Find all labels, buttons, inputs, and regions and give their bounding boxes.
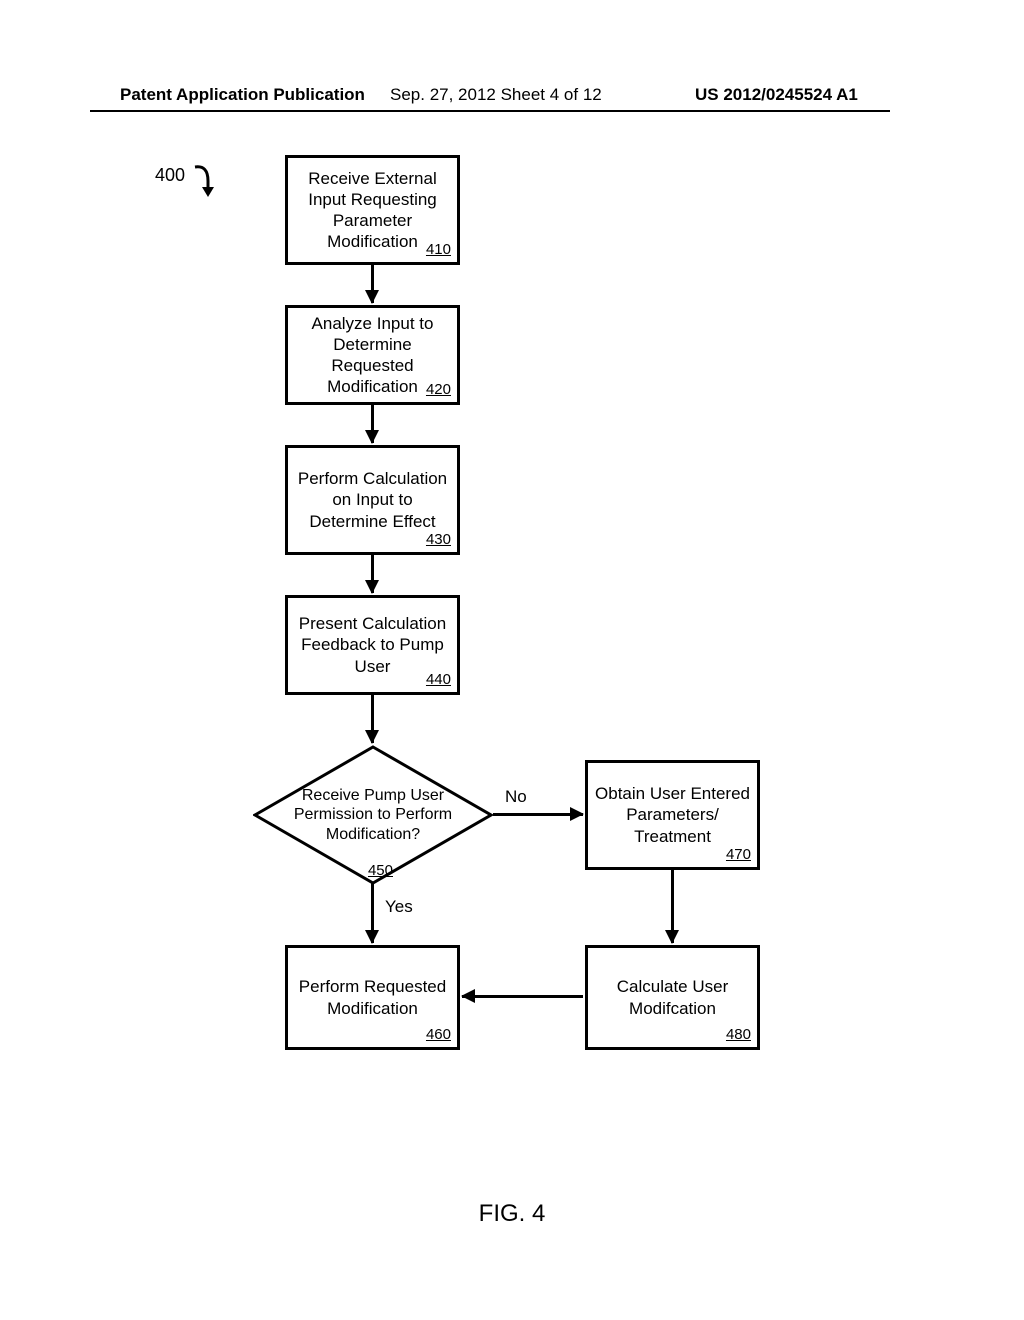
figure-caption: FIG. 4 (0, 1200, 1024, 1228)
flow-entry-hook-icon (190, 163, 220, 203)
arrow-410-420 (371, 265, 374, 303)
edge-label-no: No (505, 787, 527, 807)
header-left: Patent Application Publication (120, 85, 365, 105)
process-box-410-text: Receive External Input Requesting Parame… (294, 168, 451, 253)
header-middle: Sep. 27, 2012 Sheet 4 of 12 (390, 85, 602, 105)
process-box-480: Calculate User Modifcation 480 (585, 945, 760, 1050)
arrow-430-440 (371, 555, 374, 593)
header-right: US 2012/0245524 A1 (695, 85, 858, 105)
arrow-450-460 (371, 883, 374, 943)
arrow-470-480 (671, 870, 674, 943)
process-box-460: Perform Requested Modification 460 (285, 945, 460, 1050)
process-box-470-text: Obtain User Entered Parameters/ Treatmen… (594, 783, 751, 847)
decision-450: Receive Pump User Permission to Perform … (253, 745, 493, 885)
edge-label-yes: Yes (385, 897, 413, 917)
process-box-470: Obtain User Entered Parameters/ Treatmen… (585, 760, 760, 870)
process-box-430-text: Perform Calculation on Input to Determin… (294, 468, 451, 532)
flowchart: 400 Receive External Input Requesting Pa… (0, 155, 1024, 1235)
decision-450-ref: 450 (368, 862, 393, 879)
process-box-420: Analyze Input to Determine Requested Mod… (285, 305, 460, 405)
page: Patent Application Publication Sep. 27, … (0, 0, 1024, 1320)
process-box-420-ref: 420 (426, 381, 451, 400)
process-box-410: Receive External Input Requesting Parame… (285, 155, 460, 265)
process-box-430: Perform Calculation on Input to Determin… (285, 445, 460, 555)
process-box-470-ref: 470 (726, 846, 751, 865)
arrow-420-430 (371, 405, 374, 443)
decision-450-text: Receive Pump User Permission to Perform … (283, 786, 463, 844)
arrow-450-470 (493, 813, 583, 816)
arrow-440-450 (371, 695, 374, 743)
process-box-460-ref: 460 (426, 1026, 451, 1045)
arrow-480-460 (462, 995, 583, 998)
process-box-410-ref: 410 (426, 241, 451, 260)
header-rule (90, 110, 890, 112)
process-box-430-ref: 430 (426, 531, 451, 550)
process-box-480-text: Calculate User Modifcation (594, 976, 751, 1019)
process-box-440: Present Calculation Feedback to Pump Use… (285, 595, 460, 695)
flow-entry-label: 400 (155, 165, 185, 186)
process-box-440-ref: 440 (426, 671, 451, 690)
process-box-480-ref: 480 (726, 1026, 751, 1045)
process-box-460-text: Perform Requested Modification (294, 976, 451, 1019)
process-box-440-text: Present Calculation Feedback to Pump Use… (294, 613, 451, 677)
